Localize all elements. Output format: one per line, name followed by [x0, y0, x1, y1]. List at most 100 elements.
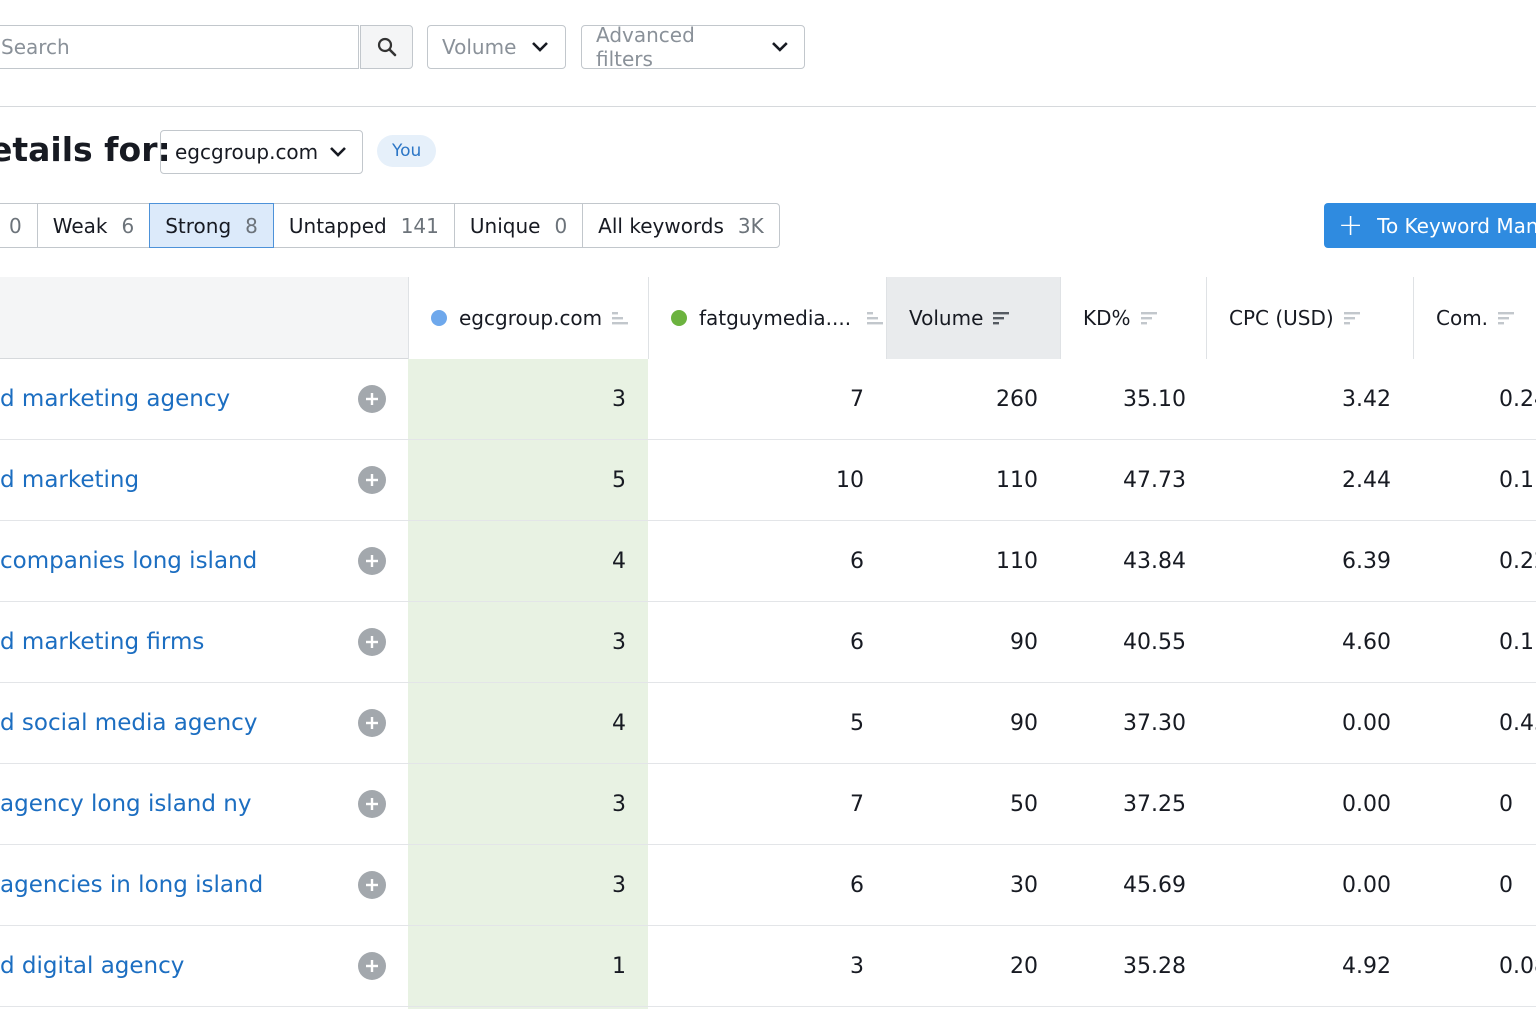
keyword-link[interactable]: d social media agency: [0, 710, 257, 736]
details-title: etails for:: [0, 130, 171, 169]
column-header-label: CPC (USD): [1229, 306, 1334, 330]
tab-count: 0: [554, 213, 568, 238]
domain1-position[interactable]: 1: [408, 926, 626, 1006]
tab-untapped[interactable]: Untapped 141: [272, 203, 455, 248]
tab-shared[interactable]: 0: [0, 203, 38, 248]
column-header-volume[interactable]: Volume: [887, 277, 1060, 359]
sort-desc-icon: [993, 312, 1010, 325]
keyword-link[interactable]: d digital agency: [0, 953, 184, 979]
you-badge: You: [377, 135, 437, 167]
volume-value: 260: [996, 386, 1038, 412]
tab-strong[interactable]: Strong 8: [149, 203, 274, 248]
kd-value: 45.69: [1123, 872, 1186, 898]
tab-label: All keywords: [598, 213, 724, 238]
divider: [0, 106, 1536, 107]
domain1-position[interactable]: 3: [408, 845, 626, 925]
domain2-position[interactable]: 7: [648, 764, 864, 844]
search-icon: [377, 37, 396, 57]
volume-value: 90: [1010, 629, 1038, 655]
cpc-value: 2.44: [1342, 467, 1391, 493]
table-row: d marketing agency 37 260 35.10 3.42 0.24: [0, 359, 1536, 440]
cpc-value: 4.92: [1342, 953, 1391, 979]
column-header-label: Com.: [1436, 306, 1489, 330]
sort-icon: [1140, 312, 1157, 325]
column-header-kd[interactable]: KD%: [1061, 277, 1206, 359]
add-keyword-icon[interactable]: [358, 547, 386, 575]
volume-value: 50: [1010, 791, 1038, 817]
tab-unique[interactable]: Unique 0: [453, 203, 584, 248]
cpc-value: 6.39: [1342, 548, 1391, 574]
domain2-dot-icon: [671, 310, 687, 326]
kd-value: 47.73: [1123, 467, 1186, 493]
tab-weak[interactable]: Weak 6: [36, 203, 151, 248]
volume-value: 110: [996, 548, 1038, 574]
domain1-position[interactable]: 5: [408, 440, 626, 520]
chevron-down-icon: [532, 42, 549, 52]
add-keyword-icon[interactable]: [358, 628, 386, 656]
kd-value: 37.30: [1123, 710, 1186, 736]
cpc-value: 0.00: [1342, 710, 1391, 736]
keyword-link[interactable]: d marketing agency: [0, 386, 230, 412]
tab-label: Strong: [165, 213, 232, 238]
sort-icon: [612, 312, 629, 325]
table-row: d digital agency 13 20 35.28 4.92 0.08: [0, 926, 1536, 1007]
to-keyword-manager-label: To Keyword Man: [1377, 213, 1536, 238]
table-row: d marketing 5 10 110 47.73 2.44 0.11: [0, 440, 1536, 521]
column-header-cpc[interactable]: CPC (USD): [1207, 277, 1413, 359]
column-header-domain2[interactable]: fatguymedia....: [649, 277, 886, 359]
search-input[interactable]: [0, 26, 366, 68]
add-keyword-icon[interactable]: [358, 952, 386, 980]
keyword-link[interactable]: d marketing: [0, 467, 139, 493]
add-keyword-icon[interactable]: [358, 871, 386, 899]
sort-icon: [1498, 312, 1515, 325]
chevron-down-icon: [772, 42, 788, 52]
to-keyword-manager-button[interactable]: + To Keyword Man: [1324, 203, 1536, 248]
com-value: 0.22: [1499, 548, 1536, 574]
domain2-position[interactable]: 5: [648, 683, 864, 763]
column-header-domain1[interactable]: egcgroup.com: [409, 277, 648, 359]
table-header: egcgroup.com fatguymedia.... Volume KD% …: [0, 277, 1536, 359]
tab-count: 3K: [737, 213, 764, 238]
sort-icon: [1343, 312, 1360, 325]
domain1-dot-icon: [431, 310, 447, 326]
com-value: 0: [1499, 791, 1513, 817]
keyword-link[interactable]: companies long island: [0, 548, 257, 574]
com-value: 0.08: [1499, 953, 1536, 979]
domain2-position[interactable]: 3: [648, 926, 864, 1006]
domain2-position[interactable]: 10: [648, 440, 864, 520]
keyword-link[interactable]: agencies in long island: [0, 872, 263, 898]
domain1-position[interactable]: 3: [408, 764, 626, 844]
domain2-position[interactable]: 6: [648, 602, 864, 682]
column-header-com[interactable]: Com.: [1414, 277, 1536, 359]
search-button[interactable]: [360, 25, 413, 69]
add-keyword-icon[interactable]: [358, 790, 386, 818]
kd-value: 35.28: [1123, 953, 1186, 979]
keyword-link[interactable]: d marketing firms: [0, 629, 204, 655]
tab-count: 141: [400, 213, 439, 238]
add-keyword-icon[interactable]: [358, 709, 386, 737]
plus-icon: +: [1338, 207, 1364, 243]
domain1-position[interactable]: 3: [408, 602, 626, 682]
domain-select[interactable]: egcgroup.com: [160, 130, 363, 174]
domain2-position[interactable]: 6: [648, 521, 864, 601]
advanced-filters-dropdown[interactable]: Advanced filters: [581, 23, 805, 71]
kd-value: 40.55: [1123, 629, 1186, 655]
domain1-position[interactable]: 4: [408, 521, 626, 601]
cpc-value: 0.00: [1342, 872, 1391, 898]
tab-all-keywords[interactable]: All keywords 3K: [582, 203, 780, 248]
sort-icon: [867, 312, 884, 325]
add-keyword-icon[interactable]: [358, 466, 386, 494]
domain1-position[interactable]: 4: [408, 683, 626, 763]
volume-filter-dropdown[interactable]: Volume: [427, 25, 566, 69]
domain2-position[interactable]: 7: [648, 359, 864, 439]
add-keyword-icon[interactable]: [358, 385, 386, 413]
volume-value: 20: [1010, 953, 1038, 979]
domain2-position[interactable]: 6: [648, 845, 864, 925]
column-header-label: egcgroup.com: [459, 306, 603, 330]
search-field[interactable]: [0, 25, 366, 69]
column-header-label: KD%: [1083, 306, 1131, 330]
domain1-position[interactable]: 3: [408, 359, 626, 439]
cpc-value: 4.60: [1342, 629, 1391, 655]
com-value: 0.11: [1499, 629, 1536, 655]
keyword-link[interactable]: agency long island ny: [0, 791, 251, 817]
